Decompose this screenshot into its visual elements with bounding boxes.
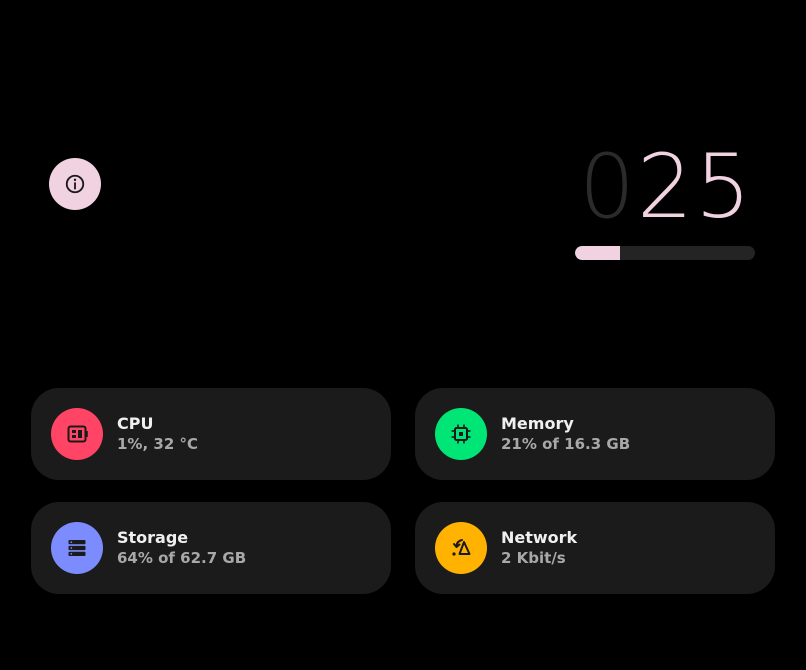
progress-bar — [575, 246, 755, 260]
cpu-icon — [51, 408, 103, 460]
storage-icon — [51, 522, 103, 574]
counter-digit-1: 0 — [579, 135, 637, 238]
info-button[interactable] — [49, 158, 101, 210]
storage-title: Storage — [117, 528, 189, 547]
storage-card[interactable]: Storage 64% of 62.7 GB — [31, 502, 391, 594]
memory-chip-icon — [435, 408, 487, 460]
memory-title: Memory — [501, 414, 574, 433]
memory-card[interactable]: Memory 21% of 16.3 GB — [415, 388, 775, 480]
cpu-card[interactable]: CPU 1%, 32 °C — [31, 388, 391, 480]
network-card[interactable]: Network 2 Kbit/s — [415, 502, 775, 594]
counter-display: 0 2 5 — [576, 132, 756, 242]
cpu-value: 1%, 32 °C — [117, 435, 198, 453]
counter-digit-3: 5 — [695, 135, 753, 238]
storage-value: 64% of 62.7 GB — [117, 549, 247, 567]
memory-value: 21% of 16.3 GB — [501, 435, 631, 453]
counter-digit-2: 2 — [637, 135, 695, 238]
progress-bar-fill — [575, 246, 620, 260]
cpu-title: CPU — [117, 414, 154, 433]
info-icon — [65, 174, 85, 194]
network-icon — [435, 522, 487, 574]
network-title: Network — [501, 528, 578, 547]
network-value: 2 Kbit/s — [501, 549, 566, 567]
